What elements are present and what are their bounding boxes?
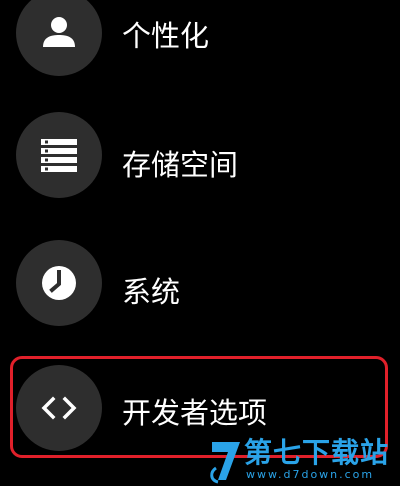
menu-item-personalization[interactable]: 个性化 <box>0 0 400 90</box>
menu-item-label: 系统 <box>122 275 181 309</box>
watermark-url: www.d7down.com <box>246 468 375 481</box>
watermark-title: 第七下载站 <box>244 436 390 469</box>
menu-item-label: 存储空间 <box>122 148 239 182</box>
watermark-logo-icon <box>210 442 240 484</box>
watermark: 第七下载站 www.d7down.com <box>206 436 396 486</box>
menu-item-system[interactable]: 系统 <box>0 240 400 340</box>
storage-list-icon <box>16 112 102 198</box>
menu-item-storage[interactable]: 存储空间 <box>0 112 400 212</box>
person-icon <box>16 0 102 76</box>
menu-item-label: 个性化 <box>122 19 210 53</box>
clock-icon <box>16 240 102 326</box>
